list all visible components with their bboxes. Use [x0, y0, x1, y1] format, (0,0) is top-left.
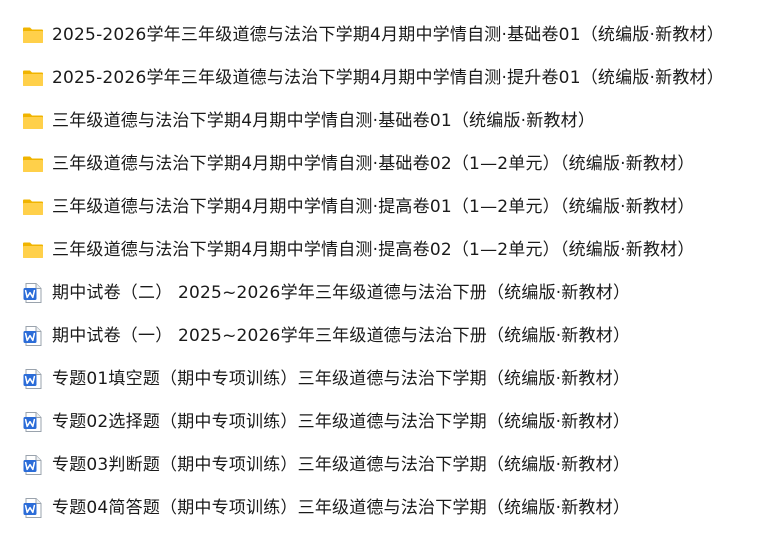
file-name: 三年级道德与法治下学期4月期中学情自测·基础卷02（1—2单元）（统编版·新教材…	[52, 153, 695, 174]
file-name: 专题03判断题（期中专项训练）三年级道德与法治下学期（统编版·新教材）	[52, 454, 631, 475]
document-item[interactable]: 专题02选择题（期中专项训练）三年级道德与法治下学期（统编版·新教材）	[0, 400, 765, 443]
folder-icon	[22, 24, 44, 46]
folder-icon	[22, 239, 44, 261]
file-name: 期中试卷（一） 2025~2026学年三年级道德与法治下册（统编版·新教材）	[52, 325, 631, 346]
folder-icon	[22, 153, 44, 175]
folder-icon	[22, 67, 44, 89]
document-item[interactable]: 专题04简答题（期中专项训练）三年级道德与法治下学期（统编版·新教材）	[0, 486, 765, 529]
file-name: 期中试卷（二） 2025~2026学年三年级道德与法治下册（统编版·新教材）	[52, 282, 631, 303]
document-item[interactable]: 专题03判断题（期中专项训练）三年级道德与法治下学期（统编版·新教材）	[0, 443, 765, 486]
folder-item[interactable]: 2025-2026学年三年级道德与法治下学期4月期中学情自测·提升卷01（统编版…	[0, 56, 765, 99]
file-name: 专题02选择题（期中专项训练）三年级道德与法治下学期（统编版·新教材）	[52, 411, 631, 432]
word-document-icon	[22, 411, 44, 433]
word-document-icon	[22, 325, 44, 347]
document-item[interactable]: 期中试卷（二） 2025~2026学年三年级道德与法治下册（统编版·新教材）	[0, 271, 765, 314]
file-name: 2025-2026学年三年级道德与法治下学期4月期中学情自测·提升卷01（统编版…	[52, 67, 724, 88]
file-name: 三年级道德与法治下学期4月期中学情自测·基础卷01（统编版·新教材）	[52, 110, 596, 131]
folder-item[interactable]: 三年级道德与法治下学期4月期中学情自测·提高卷01（1—2单元）（统编版·新教材…	[0, 185, 765, 228]
file-name: 2025-2026学年三年级道德与法治下学期4月期中学情自测·基础卷01（统编版…	[52, 24, 724, 45]
word-document-icon	[22, 368, 44, 390]
word-document-icon	[22, 497, 44, 519]
word-document-icon	[22, 282, 44, 304]
folder-item[interactable]: 2025-2026学年三年级道德与法治下学期4月期中学情自测·基础卷01（统编版…	[0, 13, 765, 56]
file-list: 2025-2026学年三年级道德与法治下学期4月期中学情自测·基础卷01（统编版…	[0, 0, 765, 534]
file-name: 专题01填空题（期中专项训练）三年级道德与法治下学期（统编版·新教材）	[52, 368, 631, 389]
file-name: 三年级道德与法治下学期4月期中学情自测·提高卷01（1—2单元）（统编版·新教材…	[52, 196, 695, 217]
document-item[interactable]: 专题01填空题（期中专项训练）三年级道德与法治下学期（统编版·新教材）	[0, 357, 765, 400]
file-name: 专题04简答题（期中专项训练）三年级道德与法治下学期（统编版·新教材）	[52, 497, 631, 518]
document-item[interactable]: 期中试卷（一） 2025~2026学年三年级道德与法治下册（统编版·新教材）	[0, 314, 765, 357]
folder-icon	[22, 196, 44, 218]
folder-item[interactable]: 三年级道德与法治下学期4月期中学情自测·基础卷02（1—2单元）（统编版·新教材…	[0, 142, 765, 185]
folder-item[interactable]: 三年级道德与法治下学期4月期中学情自测·提高卷02（1—2单元）（统编版·新教材…	[0, 228, 765, 271]
folder-item[interactable]: 三年级道德与法治下学期4月期中学情自测·基础卷01（统编版·新教材）	[0, 99, 765, 142]
word-document-icon	[22, 454, 44, 476]
folder-icon	[22, 110, 44, 132]
file-name: 三年级道德与法治下学期4月期中学情自测·提高卷02（1—2单元）（统编版·新教材…	[52, 239, 695, 260]
